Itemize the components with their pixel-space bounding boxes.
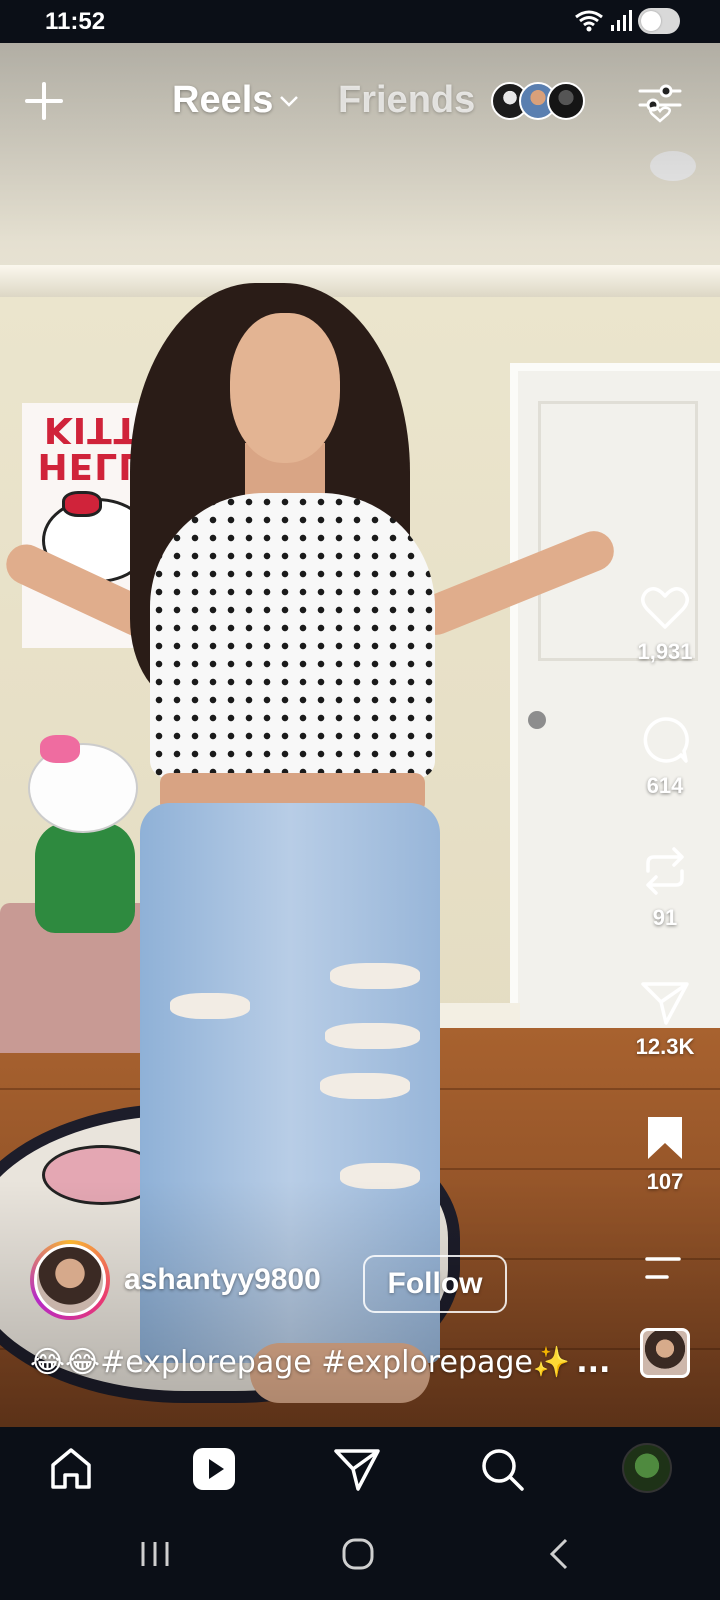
audio-thumbnail[interactable] (640, 1328, 690, 1378)
toggle-icon (638, 8, 680, 34)
avatar (34, 1244, 106, 1316)
profile-avatar[interactable] (622, 1443, 672, 1493)
caption[interactable]: 😂😂#explorepage #explorepage✨... (30, 1345, 610, 1380)
chevron-down-icon (280, 95, 299, 107)
share-action[interactable]: 12.3K (620, 980, 710, 1060)
tab-friends-label: Friends (338, 79, 476, 121)
more-options-icon[interactable] (643, 1253, 683, 1283)
send-icon[interactable] (333, 1445, 381, 1493)
back-icon[interactable] (546, 1536, 572, 1572)
friend-avatar (547, 81, 586, 120)
status-icons (574, 8, 680, 34)
top-nav: Reels Friends (0, 43, 720, 163)
home-icon[interactable] (47, 1445, 95, 1493)
signal-icon (611, 10, 632, 31)
share-count: 12.3K (635, 1034, 695, 1059)
follow-button[interactable]: Follow (363, 1255, 507, 1313)
search-icon[interactable] (478, 1445, 526, 1493)
comment-count: 614 (646, 773, 684, 798)
bookmark-icon[interactable] (645, 1115, 685, 1161)
heart-filter-icon[interactable] (638, 83, 682, 123)
wifi-icon (575, 10, 603, 32)
recents-icon[interactable] (138, 1536, 172, 1572)
caption-more[interactable]: ... (576, 1345, 610, 1380)
bottom-nav (0, 1427, 720, 1512)
poster-bow (62, 491, 102, 517)
author-avatar[interactable] (30, 1240, 110, 1320)
door (510, 363, 720, 1063)
polka-dot-top (150, 493, 435, 778)
home-circle-icon[interactable] (340, 1536, 376, 1572)
save-count: 107 (646, 1169, 684, 1194)
caption-text: #explorepage #explorepage✨ (100, 1345, 571, 1380)
face (230, 313, 340, 463)
status-bar: 11:52 (0, 0, 720, 43)
heart-icon[interactable] (639, 585, 691, 631)
tab-reels[interactable]: Reels (172, 79, 299, 122)
send-icon[interactable] (640, 980, 690, 1026)
author-row: ashantyy9800 (30, 1240, 321, 1320)
comment-action[interactable]: 614 (620, 715, 710, 799)
repost-action[interactable]: 91 (620, 845, 710, 931)
caption-emojis: 😂😂 (30, 1345, 101, 1380)
save-action[interactable]: 107 (620, 1115, 710, 1195)
friend-avatars (491, 81, 586, 120)
repost-count: 91 (652, 905, 678, 930)
plush-bow (40, 735, 80, 763)
plus-icon[interactable] (24, 81, 64, 121)
tab-friends[interactable]: Friends (338, 79, 586, 122)
like-action[interactable]: 1,931 (620, 585, 710, 665)
like-count: 1,931 (637, 639, 693, 664)
repost-icon[interactable] (642, 845, 688, 897)
comment-icon[interactable] (640, 715, 690, 765)
author-username[interactable]: ashantyy9800 (124, 1263, 321, 1297)
reels-icon[interactable] (190, 1445, 238, 1493)
door-knob (528, 711, 546, 729)
tab-reels-label: Reels (172, 79, 274, 121)
system-nav (0, 1512, 720, 1600)
status-time: 11:52 (45, 8, 106, 35)
